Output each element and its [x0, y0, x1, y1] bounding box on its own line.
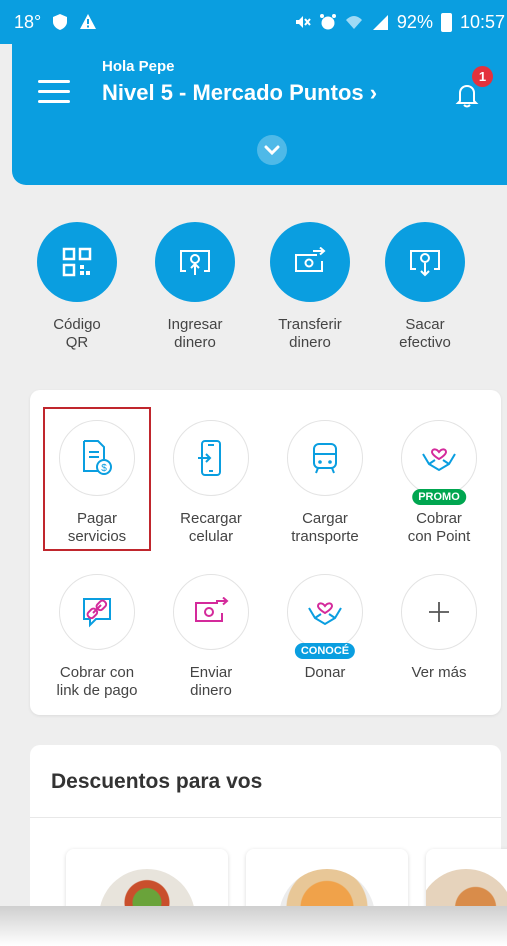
service-see-more[interactable]: Ver más	[384, 574, 494, 682]
chevron-down-icon	[264, 145, 280, 155]
action-deposit-money[interactable]: Ingresar dinero	[140, 222, 250, 352]
shield-icon	[53, 14, 68, 30]
temperature: 18°	[14, 11, 42, 32]
wifi-icon	[345, 16, 362, 29]
plus-icon	[429, 602, 449, 622]
expand-button[interactable]	[257, 135, 287, 165]
screenshot-shadow	[0, 906, 507, 946]
service-label: dinero	[190, 682, 232, 699]
battery-icon	[440, 12, 452, 32]
food-image	[99, 869, 195, 906]
service-label: servicios	[67, 528, 127, 545]
notification-badge: 1	[472, 66, 493, 87]
clock: 10:57	[459, 11, 505, 32]
service-label: Enviar	[189, 664, 233, 681]
service-collect-point[interactable]: PROMO Cobrar con Point	[384, 420, 494, 546]
discount-card[interactable]	[246, 849, 408, 906]
action-label: Ingresar	[167, 316, 223, 333]
services-card: $ Pagar servicios Recargar celular Cargar t…	[30, 390, 501, 715]
heart-hands-icon	[422, 448, 456, 472]
svg-text:$: $	[101, 463, 107, 474]
warning-icon	[80, 14, 97, 29]
battery-percent: 92%	[396, 11, 433, 32]
service-label: Recargar	[180, 510, 242, 527]
action-label: efectivo	[399, 334, 451, 351]
action-label: dinero	[174, 334, 216, 351]
service-label: link de pago	[56, 682, 138, 699]
phone-recharge-icon	[198, 440, 221, 476]
account-header: Hola Pepe Nivel 5 - Mercado Puntos › 1	[12, 44, 507, 185]
service-payment-link[interactable]: Cobrar con link de pago	[42, 574, 152, 700]
action-label: Transferir	[278, 316, 342, 333]
service-label: Cobrar con	[59, 664, 135, 681]
hamburger-menu-icon[interactable]	[38, 80, 70, 104]
send-money-icon	[195, 597, 229, 622]
service-load-transport[interactable]: Cargar transporte	[270, 420, 380, 546]
deposit-money-icon	[180, 250, 210, 275]
discounts-section: Descuentos para vos	[30, 745, 507, 906]
greeting: Hola Pepe	[102, 58, 175, 75]
action-withdraw-cash[interactable]: Sacar efectivo	[370, 222, 480, 352]
withdraw-cash-icon	[410, 250, 440, 277]
service-pay-bills[interactable]: $ Pagar servicios	[42, 420, 152, 546]
action-transfer-money[interactable]: Transferir dinero	[255, 222, 365, 352]
app-screen: 18° 92% 10:57 Hola Pepe Nivel 5 - Mercad…	[0, 0, 507, 906]
service-label: Cobrar	[416, 510, 462, 527]
section-title: Descuentos para vos	[51, 770, 263, 793]
qr-code-icon	[62, 247, 92, 277]
quick-actions: Código QR Ingresar dinero Transferir dinero…	[12, 222, 507, 362]
action-label: Sacar	[405, 316, 445, 333]
payment-link-icon	[83, 598, 111, 628]
divider	[30, 817, 501, 818]
bus-icon	[313, 443, 337, 474]
service-send-money[interactable]: Enviar dinero	[156, 574, 266, 700]
service-label: con Point	[407, 528, 471, 545]
action-qr-code[interactable]: Código QR	[22, 222, 132, 352]
discount-card[interactable]	[66, 849, 228, 906]
promo-tag: PROMO	[412, 489, 466, 505]
service-phone-recharge[interactable]: Recargar celular	[156, 420, 266, 546]
donate-icon	[308, 602, 342, 626]
transfer-money-icon	[295, 247, 326, 272]
discount-card[interactable]	[426, 849, 507, 906]
service-label: Donar	[304, 664, 346, 681]
pizza-image	[279, 869, 375, 906]
signal-icon	[372, 15, 388, 30]
level-link[interactable]: Nivel 5 - Mercado Puntos ›	[102, 80, 377, 106]
bill-payment-icon: $	[83, 440, 112, 475]
status-bar: 18° 92% 10:57	[0, 0, 507, 44]
action-label: QR	[65, 334, 89, 351]
alarm-icon	[319, 14, 336, 30]
conoce-tag: CONOCÉ	[294, 643, 356, 659]
food-image	[426, 869, 507, 906]
service-label: Ver más	[411, 664, 467, 681]
mute-icon	[295, 16, 311, 28]
service-label: celular	[188, 528, 234, 545]
action-label: Código	[53, 316, 101, 333]
service-label: transporte	[291, 528, 359, 545]
service-label: Cargar	[302, 510, 348, 527]
service-label: Pagar	[76, 510, 118, 527]
action-label: dinero	[289, 334, 331, 351]
service-donate[interactable]: CONOCÉ Donar	[270, 574, 380, 682]
